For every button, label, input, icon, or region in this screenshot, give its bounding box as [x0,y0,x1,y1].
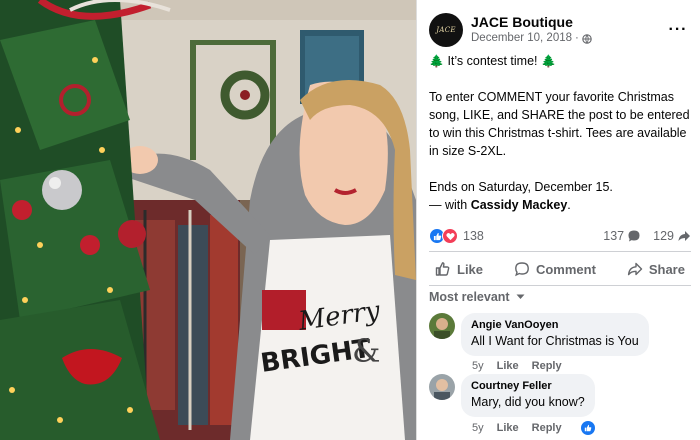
comment-reply-button[interactable]: Reply [532,360,562,372]
comment-actions: 5y Like Reply [472,421,595,435]
red-ornament [118,220,146,248]
share-count: 129 [653,229,674,243]
comment-time[interactable]: 5y [472,360,484,372]
post-date[interactable]: December 10, 2018 [471,31,572,46]
like-button[interactable]: Like [429,261,489,277]
thumbs-up-icon[interactable] [580,421,595,435]
comment-button-label: Comment [535,261,596,277]
like-button-label: Like [457,261,484,277]
page-name[interactable]: JACE Boutique [471,14,666,31]
post-photo[interactable]: Merry BRIGHT & [0,0,416,440]
white-tshirt [250,235,405,440]
comment-content: Angie VanOoyen All I Want for Christmas … [461,313,649,372]
heart-icon [442,228,458,244]
comment-content: Courtney Feller Mary, did you know? 5y L… [461,374,595,435]
comment-time[interactable]: 5y [472,422,484,434]
meta-separator: · [575,32,579,44]
share-button-label: Share [648,261,685,277]
commenter-name[interactable]: Courtney Feller [471,379,585,394]
post-paragraph: To enter COMMENT your favorite Christmas… [429,90,690,158]
tagged-person-link[interactable]: Cassidy Mackey [471,198,568,212]
page-avatar[interactable]: JACE [429,13,463,47]
comment-reply-button[interactable]: Reply [532,422,562,434]
reaction-count[interactable]: 138 [463,229,484,243]
post-tag-line: — with Cassidy Mackey. [429,196,693,214]
share-arrow-icon [678,231,690,241]
post-headline-line: 🌲 It’s contest time! 🌲 [429,52,693,70]
commenter-avatar[interactable] [429,374,455,400]
comment-button[interactable]: Comment [508,261,602,277]
divider-top [429,251,691,252]
post-ends-line: Ends on Saturday, December 15. [429,180,613,194]
silver-ornament [42,170,82,210]
author-block: JACE Boutique December 10, 2018 · [471,14,666,46]
comment-like-button[interactable]: Like [497,360,519,372]
facebook-post-viewer: Merry BRIGHT & JACE JACE Boutique Decemb… [0,0,700,440]
comment-sort-label: Most relevant [429,290,510,304]
with-suffix: . [567,198,571,212]
post-meta: December 10, 2018 · [471,31,666,46]
globe-icon [582,33,592,44]
commenter-avatar[interactable] [429,313,455,339]
post-panel: JACE JACE Boutique December 10, 2018 · ·… [416,0,700,440]
divider-bottom [429,285,691,286]
more-options-button[interactable]: ··· [666,18,690,42]
share-count-stat[interactable]: 129 [653,229,691,243]
reaction-summary: 138 137 129 [429,227,691,245]
christmas-tree-icon: 🌲 [429,54,444,68]
comment-count: 137 [603,229,625,243]
comment-count-stat[interactable]: 137 [603,229,641,243]
comment-item: Courtney Feller Mary, did you know? 5y L… [429,374,691,435]
photo-illustration: Merry BRIGHT & [0,0,416,440]
share-icon [627,262,643,276]
post-text: 🌲 It’s contest time! 🌲 To enter COMMENT … [429,52,693,214]
comment-icon [515,262,529,277]
comment-like-button[interactable]: Like [497,422,519,434]
page-avatar-text: JACE [436,26,456,34]
shirt-text-amp: & [352,332,380,370]
comment-bubble: Angie VanOoyen All I Want for Christmas … [461,313,649,356]
reaction-icons[interactable] [429,228,458,244]
post-headline: It’s contest time! [447,54,538,68]
speech-bubble-icon [628,230,640,242]
commenter-name[interactable]: Angie VanOoyen [471,318,639,333]
thumbs-up-icon [435,262,450,276]
comment-sort-dropdown[interactable]: Most relevant [429,290,525,304]
christmas-tree-icon: 🌲 [541,54,556,68]
comment-item: Angie VanOoyen All I Want for Christmas … [429,313,691,372]
post-header: JACE JACE Boutique December 10, 2018 · ·… [429,10,690,50]
comment-text: All I Want for Christmas is You [471,334,639,348]
comment-text: Mary, did you know? [471,395,585,409]
comment-bubble: Courtney Feller Mary, did you know? [461,374,595,417]
comment-actions: 5y Like Reply [472,360,649,372]
share-button[interactable]: Share [621,261,691,277]
with-prefix: — with [429,198,471,212]
caret-down-icon [516,294,525,299]
post-action-bar: Like Comment Share [429,255,691,283]
